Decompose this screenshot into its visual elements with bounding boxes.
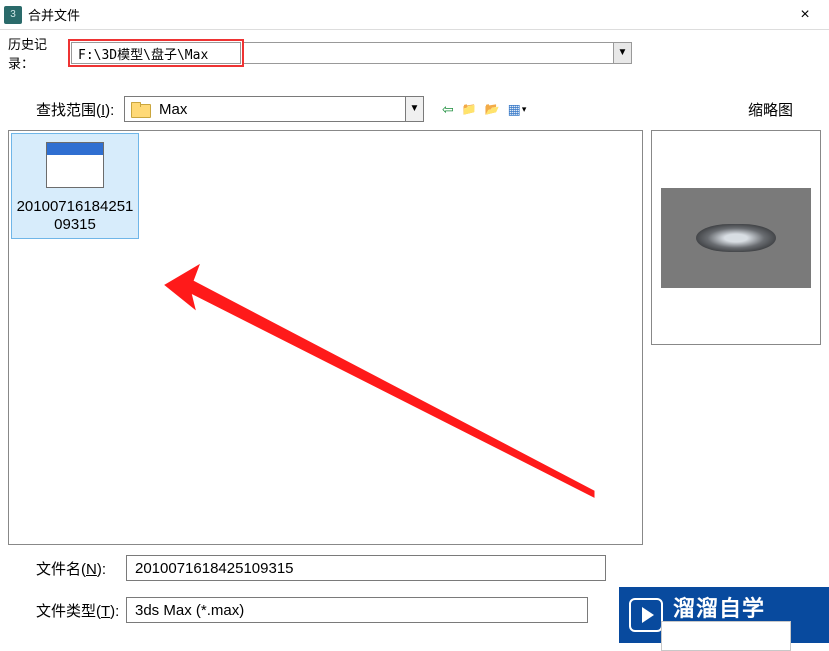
file-thumbnail-icon: [46, 142, 104, 188]
lookin-dropdown-button[interactable]: ▼: [405, 97, 423, 121]
file-list-pane[interactable]: 2010071618425109315: [8, 130, 643, 545]
filename-label: 文件名(N):: [36, 558, 126, 579]
history-combo[interactable]: F:\3D模型\盘子\Max: [71, 42, 241, 64]
nav-view-button[interactable]: ▦▾: [508, 101, 527, 118]
preview-pane: [651, 130, 821, 345]
watermark-text-big: 溜溜自学: [673, 597, 765, 621]
titlebar: 3 合并文件 ×: [0, 0, 829, 30]
close-button[interactable]: ×: [785, 6, 825, 24]
file-item-name: 2010071618425109315: [16, 198, 134, 234]
folder-icon: [131, 102, 149, 116]
file-item[interactable]: 2010071618425109315: [11, 133, 139, 239]
filetype-value: 3ds Max (*.max): [126, 597, 588, 623]
nav-newfolder-button[interactable]: 📂: [485, 102, 500, 116]
lookin-combo[interactable]: Max ▼: [124, 96, 424, 122]
history-path-text: F:\3D模型\盘子\Max: [72, 44, 240, 63]
ghost-button[interactable]: [661, 621, 791, 651]
preview-blob: [696, 224, 776, 252]
history-combo-extension[interactable]: ▼: [244, 42, 632, 64]
filename-row: 文件名(N): 2010071618425109315: [36, 555, 815, 581]
filename-value: 2010071618425109315: [135, 560, 294, 577]
nav-back-button[interactable]: ⇦: [442, 101, 454, 118]
history-highlight-box: F:\3D模型\盘子\Max: [68, 39, 244, 67]
thumbnail-label: 缩略图: [748, 99, 793, 120]
lookin-folder-name: Max: [155, 101, 405, 118]
annotation-arrow: [149, 141, 609, 521]
filename-input[interactable]: 2010071618425109315: [126, 555, 606, 581]
history-row: 历史记录： F:\3D模型\盘子\Max ▼: [0, 30, 829, 76]
preview-image: [661, 188, 811, 288]
history-dropdown-button[interactable]: ▼: [613, 43, 631, 63]
watermark-play-icon: [629, 598, 663, 632]
nav-icons: ⇦ 📁 📂 ▦▾: [442, 101, 526, 118]
main-area: 2010071618425109315: [0, 130, 829, 545]
app-icon: 3: [4, 6, 22, 24]
lookin-row: 查找范围(I): Max ▼ ⇦ 📁 📂 ▦▾ 缩略图: [0, 88, 829, 130]
history-label: 历史记录：: [8, 34, 68, 72]
filetype-combo[interactable]: 3ds Max (*.max): [126, 597, 588, 623]
filetype-label: 文件类型(T):: [36, 600, 126, 621]
lookin-label: 查找范围(I):: [36, 99, 124, 120]
window-title: 合并文件: [28, 5, 80, 24]
nav-up-button[interactable]: 📁: [462, 102, 477, 116]
